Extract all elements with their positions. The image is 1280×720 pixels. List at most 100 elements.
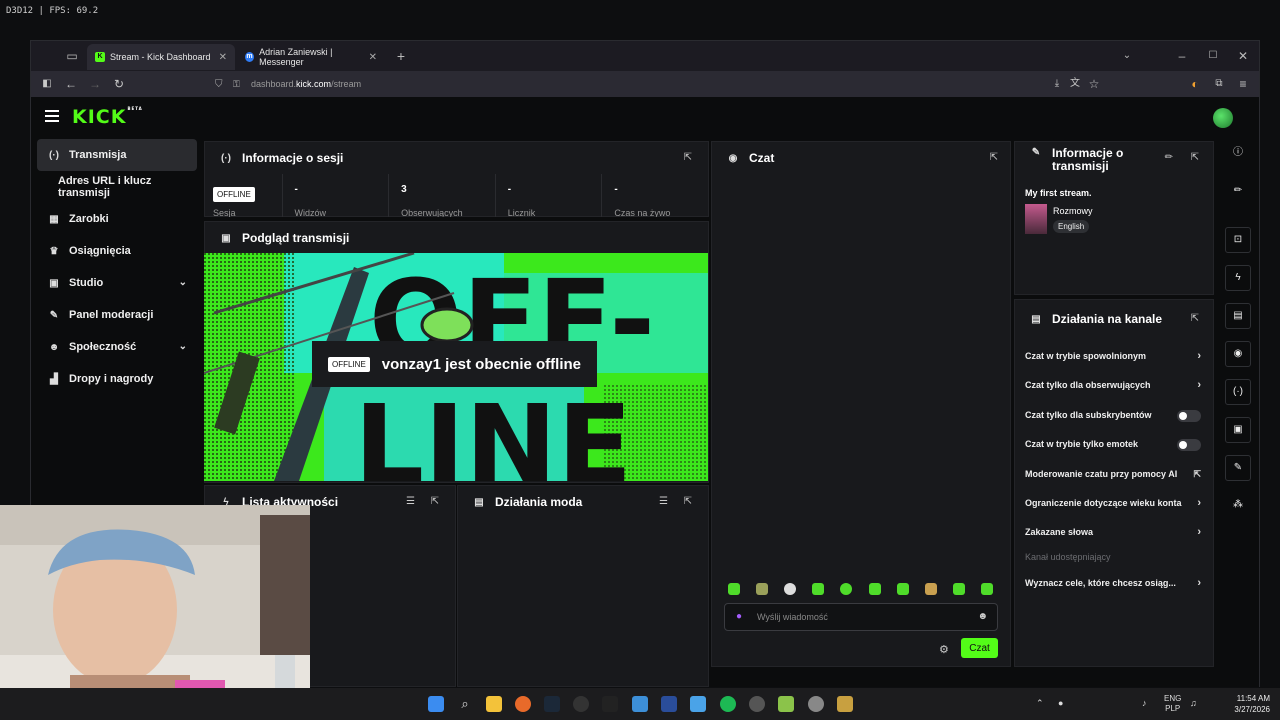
system-clock[interactable]: 11:54 AM 3/27/2026 bbox=[1228, 693, 1270, 715]
popout-icon[interactable]: ⇱ bbox=[1191, 313, 1199, 324]
app-icon[interactable] bbox=[778, 696, 794, 712]
chat-send-button[interactable]: Czat bbox=[961, 638, 998, 658]
tab-kick-dashboard[interactable]: K Stream - Kick Dashboard ✕ bbox=[87, 44, 235, 70]
steam-icon[interactable] bbox=[544, 696, 560, 712]
clip-icon[interactable]: ⊡ bbox=[1225, 227, 1251, 253]
spotify-icon[interactable] bbox=[720, 696, 736, 712]
search-icon[interactable]: ⌕ bbox=[457, 696, 473, 712]
file-explorer-icon[interactable] bbox=[486, 696, 502, 712]
windows-start-icon[interactable] bbox=[428, 696, 444, 712]
language-indicator[interactable]: ENG PLP bbox=[1164, 694, 1181, 714]
popout-icon[interactable]: ⇱ bbox=[684, 152, 692, 163]
right-tool-rail: ⓘ ✏ ⊡ ϟ ▤ ◉ (·) ▣ ✎ ⁂ bbox=[1215, 139, 1259, 687]
emoji-icon[interactable]: ☻ bbox=[977, 611, 988, 622]
emote-icon[interactable] bbox=[812, 583, 824, 595]
minimize-icon[interactable]: – bbox=[1173, 47, 1191, 65]
bookmark-star-icon[interactable]: ☆ bbox=[1086, 76, 1102, 92]
sidebar-item-dropy[interactable]: ▟ Dropy i nagrody bbox=[37, 363, 197, 395]
forward-icon[interactable]: → bbox=[87, 76, 103, 92]
emote-icon[interactable] bbox=[897, 583, 909, 595]
extensions-icon[interactable]: ⧉ bbox=[1211, 76, 1227, 92]
sidebar-item-spolecznosc[interactable]: ☻ Społeczność ⌄ bbox=[37, 331, 197, 363]
broadcast-icon[interactable]: (·) bbox=[1225, 379, 1251, 405]
filter-icon[interactable]: ☰ bbox=[659, 496, 668, 507]
offline-badge: OFFLINE bbox=[213, 187, 255, 202]
stat-label: Sesja bbox=[213, 208, 236, 217]
emote-icon[interactable] bbox=[981, 583, 993, 595]
edit-icon[interactable]: ✏ bbox=[1225, 179, 1251, 205]
sidebar-toggle-icon[interactable]: ◧ bbox=[39, 76, 55, 92]
new-tab-icon[interactable]: + bbox=[392, 47, 410, 65]
emote-icon[interactable] bbox=[953, 583, 965, 595]
emote-icon[interactable] bbox=[756, 583, 768, 595]
filter-icon[interactable]: ☰ bbox=[406, 496, 415, 507]
app-icon[interactable] bbox=[749, 696, 765, 712]
sidebar-item-stream-url-key[interactable]: Adres URL i klucz transmisji bbox=[37, 171, 197, 203]
translate-icon[interactable]: 文 bbox=[1067, 76, 1083, 92]
app-icon[interactable] bbox=[690, 696, 706, 712]
list-tabs-icon[interactable]: ⌄ bbox=[1118, 47, 1136, 65]
firefox-icon[interactable] bbox=[515, 696, 531, 712]
channel-icon[interactable]: ▣ bbox=[1225, 417, 1251, 443]
share-icon[interactable]: ⁂ bbox=[1225, 493, 1251, 519]
game-icon[interactable] bbox=[837, 696, 853, 712]
chat-settings-gear-icon[interactable]: ⚙ bbox=[939, 643, 949, 656]
back-icon[interactable]: ← bbox=[63, 76, 79, 92]
goals-row[interactable]: Wyznacz cele, które chcesz osiąg... › bbox=[1015, 569, 1213, 598]
kick-logo[interactable]: KICKBETA bbox=[72, 106, 143, 128]
download-icon[interactable]: ⤓ bbox=[1049, 76, 1065, 92]
close-window-icon[interactable]: ✕ bbox=[1234, 47, 1252, 65]
emote-icon[interactable] bbox=[869, 583, 881, 595]
settings-icon[interactable] bbox=[808, 696, 824, 712]
category-name[interactable]: Rozmowy bbox=[1053, 206, 1093, 216]
document-icon[interactable]: ▤ bbox=[1225, 303, 1251, 329]
security-icon[interactable] bbox=[661, 696, 677, 712]
emote-icon[interactable] bbox=[925, 583, 937, 595]
popout-icon[interactable]: ⇱ bbox=[1191, 152, 1199, 163]
tab-overview-icon[interactable]: ▭ bbox=[63, 47, 81, 65]
account-icon[interactable]: ◐ bbox=[1187, 76, 1203, 92]
hamburger-menu-icon[interactable] bbox=[45, 110, 59, 122]
sidebar-item-osiagniecia[interactable]: ♛ Osiągnięcia bbox=[37, 235, 197, 267]
popout-icon[interactable]: ⇱ bbox=[431, 496, 439, 507]
popout-icon[interactable]: ⇱ bbox=[990, 152, 998, 163]
wrench-icon[interactable]: ✎ bbox=[1225, 455, 1251, 481]
user-avatar[interactable] bbox=[1213, 108, 1233, 128]
menu-icon[interactable]: ≡ bbox=[1235, 76, 1251, 92]
maximize-icon[interactable]: ☐ bbox=[1204, 47, 1222, 65]
tray-chevron-up-icon[interactable]: ⌃ bbox=[1036, 698, 1044, 709]
microphone-icon[interactable]: ♪ bbox=[1142, 698, 1147, 708]
emote-icon[interactable] bbox=[728, 583, 740, 595]
sidebar-item-zarobki[interactable]: ▦ Zarobki bbox=[37, 203, 197, 235]
category-thumbnail[interactable] bbox=[1025, 204, 1047, 234]
trophy-icon: ♛ bbox=[49, 245, 59, 257]
slow-mode-row[interactable]: Czat w trybie spowolnionym › bbox=[1015, 342, 1213, 371]
lightning-icon[interactable]: ϟ bbox=[1225, 265, 1251, 291]
chat-bubble-icon[interactable]: ◉ bbox=[1225, 341, 1251, 367]
sidebar-item-studio[interactable]: ▣ Studio ⌄ bbox=[37, 267, 197, 299]
tray-icon[interactable]: ● bbox=[1058, 698, 1063, 708]
emote-only-toggle[interactable] bbox=[1177, 439, 1201, 451]
obs-icon[interactable] bbox=[573, 696, 589, 712]
close-icon[interactable]: ✕ bbox=[369, 52, 377, 63]
volume-icon[interactable]: ♫ bbox=[1190, 698, 1197, 708]
notepad-icon[interactable] bbox=[632, 696, 648, 712]
tab-messenger[interactable]: m Adrian Zaniewski | Messenger ✕ bbox=[237, 44, 385, 70]
microphone-icon[interactable]: ● bbox=[736, 611, 742, 622]
terminal-icon[interactable] bbox=[602, 696, 618, 712]
sidebar-item-transmisja[interactable]: (·) Transmisja bbox=[37, 139, 197, 171]
emote-icon[interactable] bbox=[784, 583, 796, 595]
reload-icon[interactable]: ↻ bbox=[111, 76, 127, 92]
sidebar-item-panel-moderacji[interactable]: ✎ Panel moderacji bbox=[37, 299, 197, 331]
subscribers-only-toggle[interactable] bbox=[1177, 410, 1201, 422]
ai-moderation-row[interactable]: Moderowanie czatu przy pomocy AI ⇱ bbox=[1015, 460, 1213, 489]
chat-message-input[interactable] bbox=[757, 609, 967, 625]
account-age-row[interactable]: Ograniczenie dotyczące wieku konta › bbox=[1015, 489, 1213, 518]
url-field[interactable]: ⛉ ⚿ dashboard.kick.com/stream bbox=[207, 76, 1107, 93]
close-icon[interactable]: ✕ bbox=[219, 52, 227, 63]
emote-icon[interactable] bbox=[840, 583, 852, 595]
followers-only-row[interactable]: Czat tylko dla obserwujących › bbox=[1015, 371, 1213, 400]
edit-icon[interactable]: ✏ bbox=[1165, 152, 1173, 163]
popout-icon[interactable]: ⇱ bbox=[684, 496, 692, 507]
info-icon[interactable]: ⓘ bbox=[1225, 141, 1251, 167]
